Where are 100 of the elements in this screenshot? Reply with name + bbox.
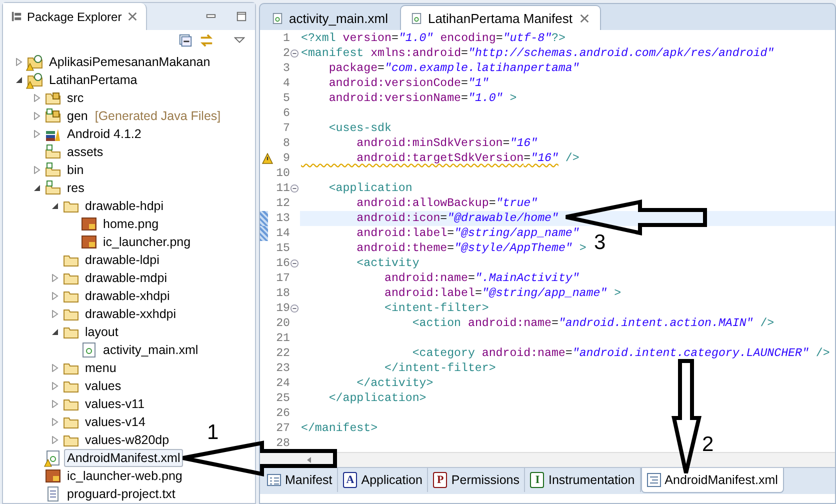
code-line: android:label="@string/app_name" [356, 227, 580, 240]
tree-item[interactable]: src [64, 89, 87, 107]
tree-item[interactable]: values-w820dp [82, 431, 172, 449]
editor-tab[interactable]: activity_main.xml [262, 6, 398, 30]
tree-item[interactable]: drawable-mdpi [82, 269, 170, 287]
callout-number: 3 [594, 232, 606, 254]
expanded-arrow-icon[interactable] [33, 184, 41, 192]
tree-item-decoration: [Generated Java Files] [94, 109, 221, 123]
tree-item[interactable]: drawable-xhdpi [82, 287, 173, 305]
tree-item[interactable]: proguard-project.txt [64, 485, 178, 503]
tree-item[interactable]: values-v14 [82, 413, 148, 431]
close-icon[interactable] [578, 12, 590, 24]
tree-item[interactable]: drawable-ldpi [82, 251, 162, 269]
tree-item[interactable]: home.png [100, 215, 162, 233]
letter-icon: I [530, 472, 544, 488]
code-line: </application> [328, 392, 426, 405]
line-number: 3 [282, 62, 290, 75]
code-line: android:allowBackup="true" [356, 197, 538, 210]
image-file-icon [81, 216, 97, 232]
scroll-left-icon[interactable] [305, 456, 313, 464]
maximize-icon[interactable] [236, 11, 247, 22]
line-number: 13 [275, 212, 290, 225]
tree-item[interactable]: menu [82, 359, 120, 377]
tree-item[interactable]: bin [64, 161, 87, 179]
tree-item[interactable]: res [64, 179, 88, 197]
tree-item[interactable]: layout [82, 323, 122, 341]
source-icon [646, 473, 661, 487]
expanded-arrow-icon[interactable] [15, 76, 23, 84]
package-folder-icon [45, 108, 61, 124]
code-line: android:label="@string/app_name" > [383, 287, 622, 300]
collapsed-arrow-icon[interactable] [33, 112, 41, 120]
line-number: 22 [275, 347, 290, 360]
collapsed-arrow-icon[interactable] [51, 436, 59, 444]
collapsed-arrow-icon[interactable] [51, 274, 59, 282]
expanded-arrow-icon[interactable] [51, 328, 59, 336]
collapsed-arrow-icon[interactable] [51, 292, 59, 300]
tree-item[interactable]: AplikasiPemesananMakanan [46, 53, 214, 71]
collapsed-arrow-icon[interactable] [51, 364, 59, 372]
expanded-arrow-icon[interactable] [51, 202, 59, 210]
fold-icon[interactable] [290, 304, 299, 313]
tree-item[interactable]: assets [64, 143, 106, 161]
package-folder-icon [45, 90, 61, 106]
tree-item[interactable]: Android 4.1.2 [64, 125, 144, 143]
line-number: 20 [275, 317, 290, 330]
line-number: 19 [275, 302, 290, 315]
code-line: <application [328, 182, 412, 195]
horizontal-scrollbar[interactable] [260, 452, 835, 467]
page-tab[interactable]: P Permissions [428, 468, 526, 492]
collapsed-arrow-icon[interactable] [51, 418, 59, 426]
tree-item[interactable]: gen [64, 107, 91, 125]
code-line: </activity> [356, 377, 434, 390]
link-arrows-icon[interactable] [199, 33, 214, 48]
line-number: 17 [275, 272, 290, 285]
fold-icon[interactable] [290, 49, 299, 58]
close-icon[interactable] [126, 11, 138, 22]
line-number: 16 [275, 257, 290, 270]
page-tab[interactable]: AndroidManifest.xml [640, 468, 784, 493]
collapsed-arrow-icon[interactable] [33, 166, 41, 174]
view-title: Package Explorer [27, 10, 122, 24]
line-number: 27 [275, 422, 290, 435]
tree-item[interactable]: LatihanPertama [46, 71, 140, 89]
fold-icon[interactable] [290, 259, 299, 268]
tree-item[interactable]: values [82, 377, 124, 395]
line-number: 28 [275, 437, 290, 450]
line-number: 1 [282, 32, 290, 45]
collapsed-arrow-icon[interactable] [33, 94, 41, 102]
line-number: 25 [275, 392, 290, 405]
collapsed-arrow-icon[interactable] [51, 400, 59, 408]
collapse-all-icon[interactable] [178, 33, 193, 48]
line-number: 7 [282, 122, 290, 135]
page-tab[interactable]: Manifest [262, 468, 338, 492]
collapsed-arrow-icon[interactable] [15, 58, 23, 66]
line-number: 15 [275, 242, 290, 255]
xml-file-icon [45, 450, 61, 466]
fold-icon[interactable] [290, 184, 299, 193]
editor-tab[interactable]: LatihanPertama Manifest [400, 5, 600, 30]
view-tab[interactable]: Package Explorer [3, 3, 147, 30]
collapsed-arrow-icon[interactable] [51, 310, 59, 318]
tree-item[interactable]: drawable-xxhdpi [82, 305, 180, 323]
line-number: 4 [282, 77, 290, 90]
tree-item[interactable]: activity_main.xml [100, 341, 202, 359]
tree-item[interactable]: drawable-hdpi [82, 197, 167, 215]
line-number: 11 [275, 182, 290, 195]
code-line: <uses-sdk [328, 122, 392, 135]
page-tab[interactable]: I Instrumentation [525, 468, 641, 492]
collapsed-arrow-icon[interactable] [51, 382, 59, 390]
line-number: 18 [275, 287, 290, 300]
line-number: 14 [275, 227, 290, 240]
line-number: 10 [275, 167, 290, 180]
collapsed-arrow-icon[interactable] [33, 130, 41, 138]
code-line: <?xml version="1.0" encoding="utf-8"?> [301, 32, 566, 45]
line-number: 26 [275, 407, 290, 420]
tree-item[interactable]: AndroidManifest.xml [64, 449, 184, 467]
code-line: <intent-filter> [383, 302, 489, 315]
code-line: <category android:name="android.intent.category.LAUNCHER" /> [411, 347, 830, 360]
tree-item[interactable]: values-v11 [82, 395, 148, 413]
tree-item[interactable]: ic_launcher-web.png [64, 467, 186, 485]
page-tab[interactable]: A Application [338, 468, 428, 492]
tree-item[interactable]: ic_launcher.png [100, 233, 194, 251]
form-icon [267, 473, 281, 487]
